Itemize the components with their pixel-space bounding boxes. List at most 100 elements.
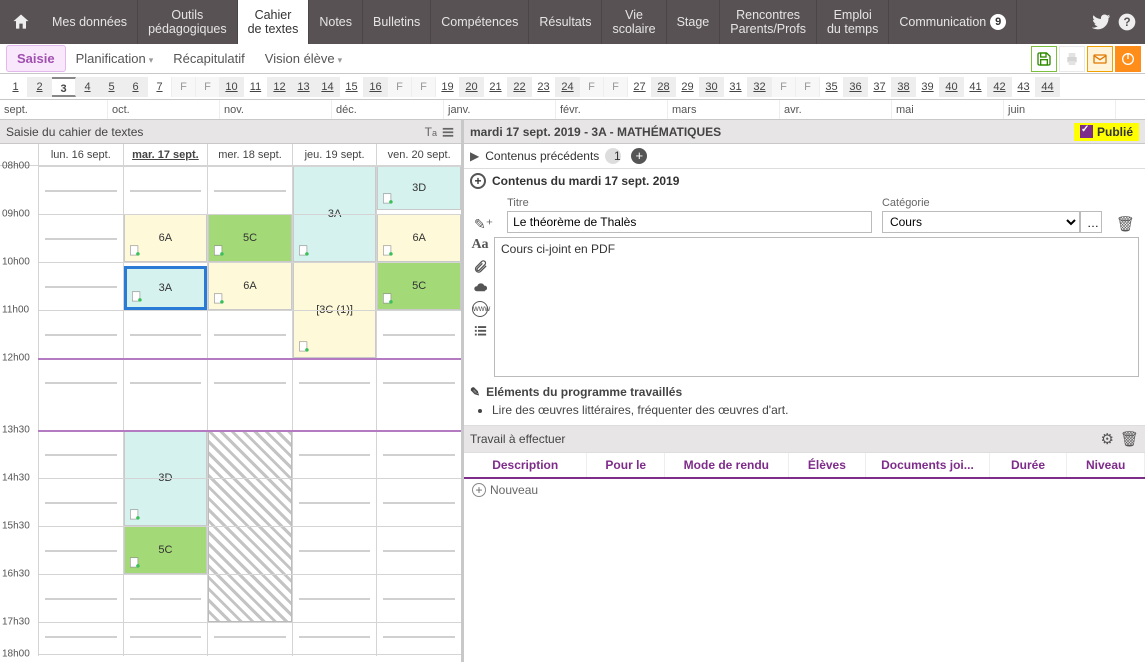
week-F[interactable]: F — [172, 77, 196, 97]
lesson-mer_5c[interactable]: 5C — [208, 214, 292, 262]
subtab-vision-eleve[interactable]: Vision élève▾ — [255, 46, 352, 71]
week-32[interactable]: 32 — [748, 77, 772, 97]
tab-vie-scolaire[interactable]: Vie scolaire — [602, 0, 666, 44]
week-35[interactable]: 35 — [820, 77, 844, 97]
tab-outils-pedagogiques[interactable]: Outils pédagogiques — [138, 0, 238, 44]
lesson-mar_6a[interactable]: 6A — [124, 214, 208, 262]
subtab-saisie[interactable]: Saisie — [6, 45, 66, 72]
categorie-more-button[interactable]: … — [1080, 211, 1102, 233]
week-38[interactable]: 38 — [892, 77, 916, 97]
tab-emploi-du-temps[interactable]: Emploi du temps — [817, 0, 889, 44]
home-icon[interactable] — [0, 0, 42, 44]
subtab-planification[interactable]: Planification▾ — [66, 46, 164, 71]
week-10[interactable]: 10 — [220, 77, 244, 97]
cloud-icon[interactable] — [473, 280, 488, 295]
week-F[interactable]: F — [388, 77, 412, 97]
titre-input[interactable] — [507, 211, 872, 233]
lesson-ven_5c[interactable]: 5C — [377, 262, 461, 310]
lesson-ven_6a[interactable]: 6A — [377, 214, 461, 262]
week-31[interactable]: 31 — [724, 77, 748, 97]
day-header-mon[interactable]: lun. 16 sept. — [38, 144, 123, 165]
week-41[interactable]: 41 — [964, 77, 988, 97]
publish-toggle[interactable]: Publié — [1074, 123, 1139, 141]
content-editor[interactable]: Cours ci-joint en PDF — [494, 237, 1139, 377]
week-40[interactable]: 40 — [940, 77, 964, 97]
power-button[interactable] — [1115, 46, 1141, 72]
week-30[interactable]: 30 — [700, 77, 724, 97]
text-format-icon[interactable]: Aa — [471, 237, 488, 253]
th-niveau[interactable]: Niveau — [1067, 453, 1145, 477]
week-F[interactable]: F — [580, 77, 604, 97]
week-2[interactable]: 2 — [28, 77, 52, 97]
list-icon[interactable] — [441, 125, 455, 139]
tab-competences[interactable]: Compétences — [431, 0, 529, 44]
th-eleves[interactable]: Élèves — [789, 453, 867, 477]
tab-notes[interactable]: Notes — [309, 0, 363, 44]
trash-icon[interactable]: 🗑 — [1120, 430, 1139, 448]
www-icon[interactable]: www — [472, 301, 488, 317]
delete-icon[interactable]: 🗑 — [1112, 215, 1139, 233]
week-F[interactable]: F — [412, 77, 436, 97]
tab-mes-donnees[interactable]: Mes données — [42, 0, 138, 44]
week-3[interactable]: 3 — [52, 77, 76, 97]
week-36[interactable]: 36 — [844, 77, 868, 97]
font-icon[interactable]: Ta — [425, 125, 437, 139]
list-tool-icon[interactable] — [473, 323, 488, 338]
week-12[interactable]: 12 — [268, 77, 292, 97]
wand-icon[interactable]: ✎⁺ — [470, 216, 497, 233]
week-F[interactable]: F — [604, 77, 628, 97]
week-28[interactable]: 28 — [652, 77, 676, 97]
subtab-recapitulatif[interactable]: Récapitulatif — [163, 46, 255, 71]
week-16[interactable]: 16 — [364, 77, 388, 97]
lesson-ven_3d[interactable]: 3D — [377, 166, 461, 210]
week-1[interactable]: 1 — [4, 77, 28, 97]
th-mode[interactable]: Mode de rendu — [665, 453, 788, 477]
work-new-row[interactable]: + Nouveau — [464, 479, 1145, 501]
day-header-wed[interactable]: mer. 18 sept. — [207, 144, 292, 165]
week-39[interactable]: 39 — [916, 77, 940, 97]
th-docs[interactable]: Documents joi... — [866, 453, 989, 477]
tab-cahier-de-textes[interactable]: Cahier de textes — [238, 0, 310, 44]
week-42[interactable]: 42 — [988, 77, 1012, 97]
add-prev-button[interactable]: + — [631, 148, 647, 164]
week-27[interactable]: 27 — [628, 77, 652, 97]
twitter-icon[interactable] — [1091, 12, 1111, 32]
gear-icon[interactable]: ⚙ — [1101, 430, 1114, 448]
week-23[interactable]: 23 — [532, 77, 556, 97]
tab-rencontres[interactable]: Rencontres Parents/Profs — [720, 0, 817, 44]
week-19[interactable]: 19 — [436, 77, 460, 97]
week-43[interactable]: 43 — [1012, 77, 1036, 97]
print-button[interactable] — [1059, 46, 1085, 72]
tab-bulletins[interactable]: Bulletins — [363, 0, 431, 44]
message-button[interactable] — [1087, 46, 1113, 72]
week-24[interactable]: 24 — [556, 77, 580, 97]
week-20[interactable]: 20 — [460, 77, 484, 97]
day-header-tue[interactable]: mar. 17 sept. — [123, 144, 208, 165]
tab-resultats[interactable]: Résultats — [529, 0, 602, 44]
day-header-thu[interactable]: jeu. 19 sept. — [292, 144, 377, 165]
tab-communication[interactable]: Communication 9 — [889, 0, 1017, 44]
th-duree[interactable]: Durée — [990, 453, 1068, 477]
week-22[interactable]: 22 — [508, 77, 532, 97]
week-15[interactable]: 15 — [340, 77, 364, 97]
week-F[interactable]: F — [772, 77, 796, 97]
expand-icon[interactable]: ▶ — [470, 149, 479, 163]
week-F[interactable]: F — [196, 77, 220, 97]
week-6[interactable]: 6 — [124, 77, 148, 97]
lesson-mar_3a[interactable]: 3A — [124, 266, 208, 310]
week-11[interactable]: 11 — [244, 77, 268, 97]
save-button[interactable] — [1031, 46, 1057, 72]
help-icon[interactable]: ? — [1117, 12, 1137, 32]
th-pour-le[interactable]: Pour le — [587, 453, 665, 477]
week-21[interactable]: 21 — [484, 77, 508, 97]
week-7[interactable]: 7 — [148, 77, 172, 97]
week-29[interactable]: 29 — [676, 77, 700, 97]
week-14[interactable]: 14 — [316, 77, 340, 97]
week-13[interactable]: 13 — [292, 77, 316, 97]
categorie-select[interactable]: Cours — [882, 211, 1080, 233]
week-37[interactable]: 37 — [868, 77, 892, 97]
week-44[interactable]: 44 — [1036, 77, 1060, 97]
tab-stage[interactable]: Stage — [667, 0, 721, 44]
lesson-mer_6a[interactable]: 6A — [208, 262, 292, 310]
week-F[interactable]: F — [796, 77, 820, 97]
